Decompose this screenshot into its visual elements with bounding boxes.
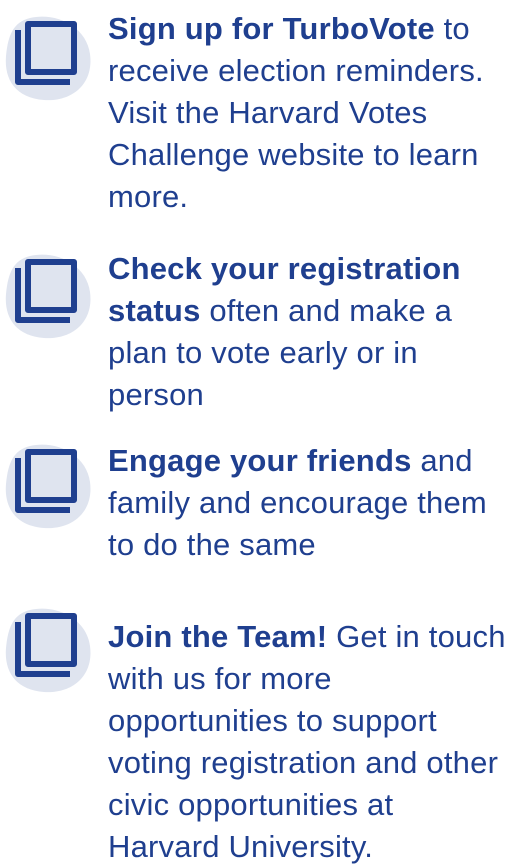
list-item-text: Join the Team! Get in touch with us for … — [108, 616, 512, 868]
list-item-text: Check your registration status often and… — [108, 248, 512, 416]
list-item-rest: Get in touch with us for more opportunit… — [108, 619, 506, 864]
list-item-bold: Join the Team! — [108, 619, 328, 654]
list-item-text: Engage your friends and family and encou… — [108, 440, 512, 566]
copy-squares-icon — [0, 248, 96, 344]
list-item-bold: Sign up for TurboVote — [108, 11, 435, 46]
copy-squares-icon — [0, 602, 96, 698]
copy-squares-icon — [0, 10, 96, 106]
copy-squares-icon — [0, 438, 96, 534]
list-item-bold: Engage your friends — [108, 443, 412, 478]
list-item-text: Sign up for TurboVote to receive electio… — [108, 8, 512, 218]
